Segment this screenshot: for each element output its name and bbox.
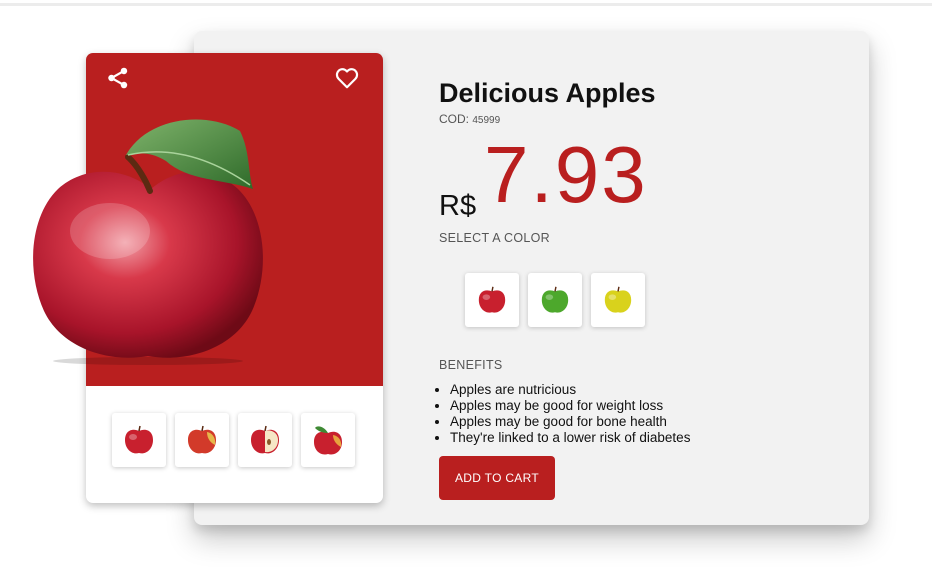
share-icon[interactable]	[105, 65, 131, 91]
add-to-cart-button[interactable]: ADD TO CART	[439, 456, 555, 500]
product-code-label: COD:	[439, 112, 469, 126]
yellow-apple-icon	[604, 286, 632, 313]
thumbnail-red-apple[interactable]	[112, 413, 166, 467]
benefit-item: They're linked to a lower risk of diabet…	[450, 430, 690, 446]
color-swatches	[465, 273, 645, 327]
red-apple-icon	[478, 286, 506, 313]
benefits-label: BENEFITS	[439, 358, 503, 372]
select-color-label: SELECT A COLOR	[439, 231, 550, 245]
thumbnail-apple-with-leaf[interactable]	[301, 413, 355, 467]
benefits-list: Apples are nutricious Apples may be good…	[439, 382, 690, 446]
main-apple-image	[33, 119, 263, 365]
price-currency: R$	[439, 190, 477, 222]
benefit-item: Apples may be good for weight loss	[450, 398, 690, 414]
thumbnail-strip	[112, 413, 355, 467]
product-image-card	[33, 53, 383, 503]
benefit-item: Apples may be good for bone health	[450, 414, 690, 430]
benefit-item: Apples are nutricious	[450, 382, 690, 398]
thumbnail-sliced-apple[interactable]	[238, 413, 292, 467]
color-option-green[interactable]	[528, 273, 582, 327]
apple-with-leaf-icon	[314, 426, 342, 455]
heart-icon[interactable]	[334, 65, 360, 91]
product-code-value: 45999	[472, 115, 501, 126]
sliced-apple-icon	[251, 425, 279, 454]
color-option-red[interactable]	[465, 273, 519, 327]
price-value: 7.93	[484, 130, 648, 219]
top-divider	[0, 3, 932, 6]
product-code: COD: 45999	[439, 112, 500, 126]
color-option-yellow[interactable]	[591, 273, 645, 327]
red-yellow-apple-icon	[188, 425, 216, 454]
product-title: Delicious Apples	[439, 78, 656, 108]
thumbnail-red-yellow-apple[interactable]	[175, 413, 229, 467]
red-apple-icon	[125, 425, 153, 454]
green-apple-icon	[541, 286, 569, 313]
